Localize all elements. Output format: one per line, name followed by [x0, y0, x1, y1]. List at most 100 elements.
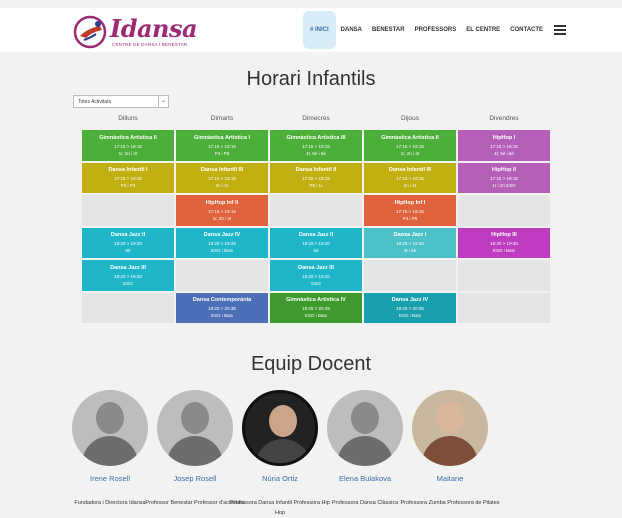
day-header: Dimecres: [302, 115, 330, 122]
class-cell[interactable]: Gimnàstica Artística III 17:15 > 18:15 4t,…: [269, 129, 363, 162]
class-time: 17:15 > 18:15: [114, 176, 142, 182]
class-level: 6è: [313, 248, 319, 254]
member-name[interactable]: Maitane: [400, 474, 500, 483]
class-time: 17:15 > 18:15: [396, 208, 424, 214]
class-time: 17:15 > 18:15: [208, 143, 236, 149]
class-time: 18:20 > 19:35: [208, 241, 236, 247]
schedule-empty-cell: [363, 259, 457, 292]
class-level: P5 i 1r: [309, 183, 323, 189]
class-level: 2n i 3r: [215, 183, 229, 189]
class-name: Dansa Jazz III: [110, 264, 146, 271]
class-cell[interactable]: HipHop II 17:15 > 18:15 1r i 2n ESO: [457, 161, 551, 194]
day-headers: Dilluns Dimarts Dimecres Dijous Divendres: [81, 115, 551, 129]
class-name: HipHop Inf II: [205, 199, 239, 206]
class-level: ESO i Batx: [210, 248, 233, 254]
chevron-down-icon[interactable]: ⌄: [158, 96, 168, 107]
schedule-row: HipHop Inf II 17:15 > 18:15 1r, 2n i 3r Hip…: [81, 194, 551, 227]
nav-item-contacte[interactable]: CONTACTE: [505, 11, 548, 49]
class-name: Dansa Jazz III: [298, 264, 334, 271]
class-time: 17:15 > 18:15: [396, 143, 424, 149]
class-time: 17:15 > 18:15: [490, 176, 518, 182]
class-cell[interactable]: HipHop I 17:15 > 18:15 4t, 5è i 6è: [457, 129, 551, 162]
class-level: ESO: [311, 280, 321, 286]
class-name: Dansa Infantil III: [388, 167, 432, 174]
team-title: Equip Docent: [250, 353, 372, 375]
class-level: 1r, 2n i 3r: [400, 150, 420, 156]
class-cell[interactable]: HipHop Inf I 17:15 > 18:15 P4 i P5: [363, 194, 457, 227]
class-time: 18:20 > 19:20: [396, 241, 424, 247]
dancer-logo-icon: [73, 15, 107, 49]
class-cell[interactable]: Gimnàstica Artística II 17:15 > 18:15 1r, …: [363, 129, 457, 162]
class-cell[interactable]: Dansa Infantil III 17:15 > 18:15 2n i 3r: [175, 161, 269, 194]
class-level: P3 i P4: [120, 183, 136, 189]
hamburger-icon[interactable]: [553, 23, 567, 37]
nav-item-elcentre[interactable]: EL CENTRE: [461, 11, 505, 49]
class-level: ESO i Batx: [492, 248, 515, 254]
class-name: Dansa Jazz IV: [203, 232, 241, 239]
day-header: Dijous: [400, 115, 420, 122]
avatar[interactable]: [72, 390, 148, 466]
class-name: HipHop I: [492, 134, 516, 141]
class-time: 17:15 > 18:15: [302, 143, 330, 149]
class-cell[interactable]: Dansa Infantil III 17:15 > 18:15 2n i 3r: [363, 161, 457, 194]
class-name: HipHop II: [491, 167, 517, 174]
avatar[interactable]: [242, 390, 318, 466]
class-cell[interactable]: Dansa Jazz IV 18:20 > 19:35 ESO i Batx: [175, 226, 269, 259]
schedule-row: Dansa Jazz II 18:20 > 19:20 6è Dansa Jazz I…: [81, 226, 551, 259]
class-level: P4 i P5: [402, 215, 418, 221]
class-cell[interactable]: Dansa Jazz III 18:20 > 19:20 ESO: [81, 259, 175, 292]
nav-item-dansa[interactable]: DANSA: [336, 11, 367, 49]
class-level: ESO i Batx: [304, 313, 327, 319]
schedule-empty-cell: [175, 259, 269, 292]
class-cell[interactable]: Dansa Jazz II 18:20 > 19:20 6è: [81, 226, 175, 259]
class-level: 4t, 5è i 6è: [494, 150, 514, 156]
class-level: 6è: [125, 248, 131, 254]
nav-item-inici[interactable]: # INICI: [303, 11, 336, 49]
avatar[interactable]: [327, 390, 403, 466]
class-time: 18:20 > 19:20: [302, 273, 330, 279]
nav-item-benestar[interactable]: BENESTAR: [367, 11, 410, 49]
class-time: 18:20 > 19:20: [302, 241, 330, 247]
class-name: HipHop III: [491, 232, 517, 239]
site-logo[interactable]: Idansa CENTRE DE DANSA I BENESTAR: [72, 14, 198, 50]
class-cell[interactable]: Gimnàstica Artística I 17:15 > 18:15 P4 i …: [175, 129, 269, 162]
class-name: Dansa Infantil III: [200, 167, 244, 174]
class-name: HipHop Inf I: [394, 199, 426, 206]
avatar[interactable]: [412, 390, 488, 466]
class-name: Dansa Infantil II: [295, 167, 337, 174]
class-name: Gimnàstica Artística I: [193, 134, 251, 141]
class-cell[interactable]: HipHop III 18:30 > 19:30 ESO i Batx: [457, 226, 551, 259]
logo-tagline: CENTRE DE DANSA I BENESTAR: [112, 42, 188, 47]
class-level: 1r, 2n i 3r: [118, 150, 138, 156]
class-cell[interactable]: Dansa Infantil II 17:15 > 18:15 P5 i 1r: [269, 161, 363, 194]
class-level: 1r i 2n ESO: [492, 183, 516, 189]
class-level: ESO i Batx: [210, 313, 233, 319]
class-cell[interactable]: Dansa Jazz IV 19:20 > 20:35 ESO i Batx: [363, 291, 457, 324]
class-time: 17:15 > 18:15: [208, 208, 236, 214]
main-nav: # INICI DANSA BENESTAR PROFESSORS EL CENTRE C…: [303, 8, 567, 52]
class-time: 18:20 > 19:20: [114, 273, 142, 279]
class-cell[interactable]: Dansa Contemporània 19:20 > 20:35 ESO i Ba…: [175, 291, 269, 324]
avatar[interactable]: [157, 390, 233, 466]
site-header: Idansa CENTRE DE DANSA I BENESTAR # INIC…: [0, 8, 622, 52]
class-name: Dansa Jazz II: [110, 232, 146, 239]
class-level: ESO: [123, 280, 133, 286]
nav-item-professors[interactable]: PROFESSORS: [410, 11, 462, 49]
class-cell[interactable]: HipHop Inf II 17:15 > 18:15 1r, 2n i 3r: [175, 194, 269, 227]
class-name: Dansa Contemporània: [192, 297, 252, 304]
class-cell[interactable]: Dansa Jazz II 18:20 > 19:20 6è: [269, 226, 363, 259]
class-time: 18:30 > 19:30: [490, 241, 518, 247]
schedule-empty-cell: [457, 194, 551, 227]
activity-filter-select[interactable]: Totes Activitats ⌄: [73, 95, 169, 108]
class-time: 17:15 > 18:15: [208, 176, 236, 182]
class-name: Dansa Infantil I: [108, 167, 148, 174]
class-cell[interactable]: Gimnàstica Artística IV 19:20 > 20:35 ESO …: [269, 291, 363, 324]
team-member[interactable]: Maitane Professora Zumba Professora de Pi…: [400, 390, 500, 508]
class-cell[interactable]: Dansa Jazz III 18:20 > 19:20 ESO: [269, 259, 363, 292]
class-name: Gimnàstica Artística II: [381, 134, 439, 141]
class-level: ESO i Batx: [398, 313, 421, 319]
class-cell[interactable]: Dansa Infantil I 17:15 > 18:15 P3 i P4: [81, 161, 175, 194]
class-cell[interactable]: Gimnàstica Artística II 17:15 > 18:15 1r, …: [81, 129, 175, 162]
class-cell[interactable]: Dansa Jazz I 18:20 > 19:20 4t i 5è: [363, 226, 457, 259]
logo-wordmark: Idansa: [110, 14, 198, 43]
